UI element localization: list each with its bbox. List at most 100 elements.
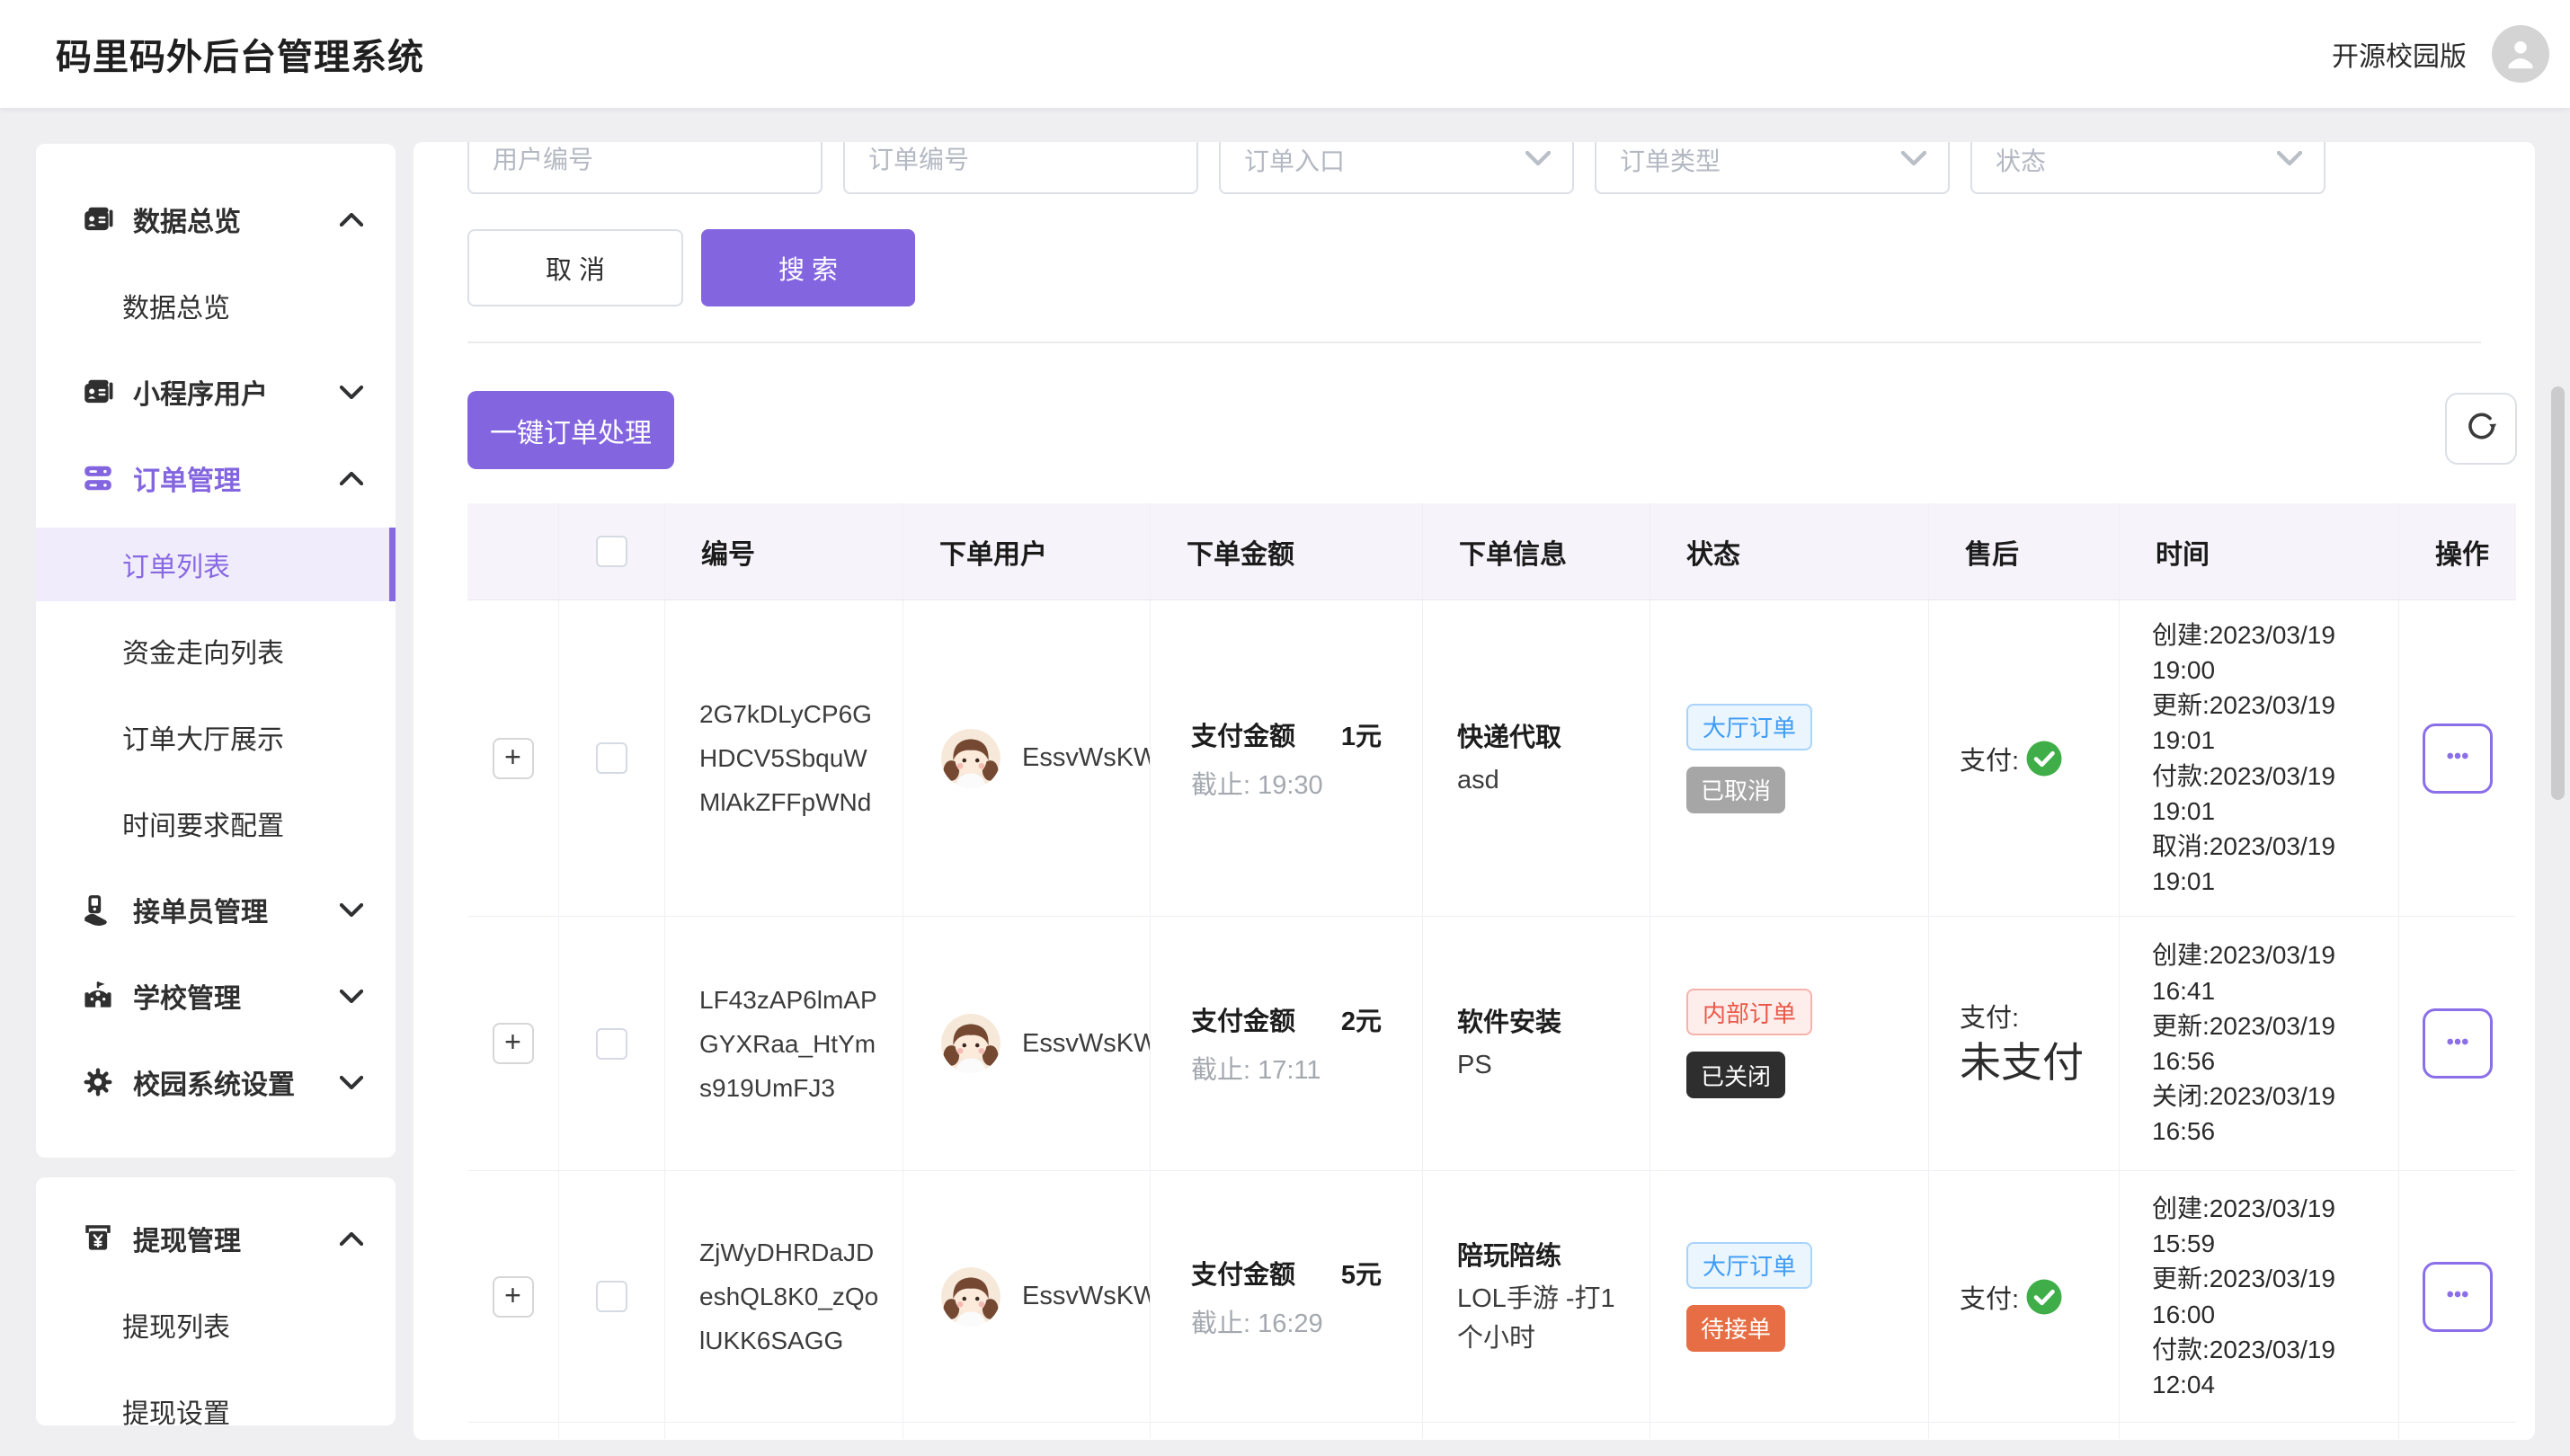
time-entry: 创建:2023/03/19 15:59 bbox=[2152, 1191, 2377, 1261]
info-desc: PS bbox=[1457, 1046, 1492, 1086]
amount-value: 2元 bbox=[1341, 1000, 1382, 1038]
status-tag: 待接单 bbox=[1686, 1305, 1785, 1352]
sidebar-group-label: 校园系统设置 bbox=[133, 1062, 295, 1102]
sidebar-group-10[interactable]: 校园系统设置 bbox=[36, 1039, 396, 1125]
partial-cell bbox=[903, 1423, 1151, 1439]
action-cell bbox=[2399, 1171, 2516, 1423]
order-amount-cell: 支付金额2元 截止: 17:11 bbox=[1151, 917, 1423, 1171]
user-avatar[interactable] bbox=[2492, 25, 2549, 83]
chevron-down-icon bbox=[1901, 151, 1926, 170]
sidebar-item-1[interactable]: 提现列表 bbox=[36, 1282, 396, 1368]
sidebar-item-6[interactable]: 订单大厅展示 bbox=[36, 694, 396, 780]
time-entry: 关闭:2023/03/19 16:56 bbox=[2152, 1079, 2377, 1149]
row-checkbox[interactable] bbox=[596, 742, 627, 774]
amount-label: 支付金额 bbox=[1191, 715, 1295, 753]
sidebar-item-label: 订单大厅展示 bbox=[122, 717, 284, 757]
partial-cell bbox=[2120, 1423, 2399, 1439]
order-info-cell: 软件安装 PS bbox=[1423, 917, 1650, 1171]
sidebar-item-label: 订单列表 bbox=[122, 545, 230, 584]
sidebar-item-7[interactable]: 时间要求配置 bbox=[36, 780, 396, 866]
order-id-cell: LF43zAP6lmAPGYXRaa_HtYms919UmFJ3 bbox=[665, 917, 903, 1171]
scrollbar-thumb[interactable] bbox=[2551, 386, 2565, 800]
aftersale-label: 支付: bbox=[1960, 997, 2019, 1034]
header-checkbox-cell bbox=[559, 503, 665, 600]
page-title: 码里码外后台管理系统 bbox=[56, 0, 424, 108]
status-cell: 内部订单已关闭 bbox=[1650, 917, 1929, 1171]
order-type-select[interactable]: 订单类型 bbox=[1595, 142, 1950, 194]
column-header: 售后 bbox=[1929, 503, 2120, 600]
person-icon bbox=[2502, 33, 2539, 75]
sidebar-item-4[interactable]: 订单列表 bbox=[36, 528, 396, 601]
info-title: 陪玩陪练 bbox=[1457, 1235, 1561, 1273]
sidebar-group-3[interactable]: 订单管理 bbox=[36, 435, 396, 521]
order-info-cell: 陪玩陪练 LOL手游 -打1个小时 bbox=[1423, 1171, 1650, 1423]
select-all-checkbox[interactable] bbox=[596, 536, 627, 567]
cancel-button[interactable]: 取 消 bbox=[467, 229, 683, 306]
time-entry: 更新:2023/03/19 16:00 bbox=[2152, 1261, 2377, 1331]
info-title: 软件安装 bbox=[1457, 1001, 1561, 1039]
sidebar-group-0[interactable]: 数据总览 bbox=[36, 176, 396, 262]
chevron-down-icon bbox=[340, 1076, 363, 1089]
status-tag: 大厅订单 bbox=[1686, 1242, 1812, 1289]
refresh-button[interactable] bbox=[2445, 393, 2517, 465]
aftersale-cell: 支付: bbox=[1929, 600, 2120, 917]
order-id: ZjWyDHRDaJDeshQL8K0_zQolUKK6SAGG bbox=[699, 1230, 879, 1363]
expand-cell: + bbox=[467, 1171, 559, 1423]
column-header: 下单用户 bbox=[903, 503, 1151, 600]
info-title: 快递代取 bbox=[1457, 716, 1561, 754]
sidebar-item-5[interactable]: 资金走向列表 bbox=[36, 608, 396, 694]
sidebar-item-label: 资金走向列表 bbox=[122, 631, 284, 670]
more-actions-button[interactable] bbox=[2423, 1262, 2493, 1332]
sidebar-group-label: 接单员管理 bbox=[133, 890, 268, 929]
expand-row-button[interactable]: + bbox=[493, 738, 534, 779]
sidebar-item-2[interactable]: 提现设置 bbox=[36, 1368, 396, 1425]
amount-label: 支付金额 bbox=[1191, 1254, 1295, 1292]
time-entry: 创建:2023/03/19 16:41 bbox=[2152, 937, 2377, 1008]
amount-label: 支付金额 bbox=[1191, 1000, 1295, 1038]
status-tag: 已关闭 bbox=[1686, 1052, 1785, 1098]
aftersale-cell: 支付:未支付 bbox=[1929, 917, 2120, 1171]
paid-check-icon bbox=[2026, 741, 2062, 777]
sidebar-group-2[interactable]: 小程序用户 bbox=[36, 349, 396, 435]
row-checkbox[interactable] bbox=[596, 1281, 627, 1312]
partial-cell bbox=[1929, 1423, 2120, 1439]
expand-row-button[interactable]: + bbox=[493, 1276, 534, 1318]
column-header: 时间 bbox=[2120, 503, 2399, 600]
order-id: 2G7kDLyCP6GHDCV5SbquWMlAkZFFpWNd bbox=[699, 692, 879, 824]
order-id-input-box bbox=[843, 142, 1198, 194]
checkbox-cell bbox=[559, 600, 665, 917]
divider bbox=[467, 342, 2481, 343]
time-entry: 付款:2023/03/19 19:01 bbox=[2152, 759, 2377, 829]
time-cell: 创建:2023/03/19 16:41更新:2023/03/19 16:56关闭… bbox=[2120, 917, 2399, 1171]
more-actions-button[interactable] bbox=[2423, 724, 2493, 794]
action-cell bbox=[2399, 917, 2516, 1171]
order-user-cell: EssvWsKW bbox=[903, 1171, 1151, 1423]
sidebar-item-label: 时间要求配置 bbox=[122, 803, 284, 843]
partial-cell bbox=[559, 1423, 665, 1439]
search-button[interactable]: 搜 索 bbox=[701, 229, 915, 306]
sidebar-group-9[interactable]: 学校管理 bbox=[36, 953, 396, 1039]
row-checkbox[interactable] bbox=[596, 1028, 627, 1060]
expand-cell: + bbox=[467, 917, 559, 1171]
sidebar-group-0[interactable]: 提现管理 bbox=[36, 1195, 396, 1282]
order-id-cell: ZjWyDHRDaJDeshQL8K0_zQolUKK6SAGG bbox=[665, 1171, 903, 1423]
user-id-input[interactable] bbox=[469, 142, 821, 192]
order-id-input[interactable] bbox=[845, 142, 1196, 192]
amount-value: 1元 bbox=[1341, 715, 1382, 753]
sidebar-main: 数据总览 数据总览 小程序用户 订单管理 订单列表 资金走向列表 订单大厅展示 … bbox=[36, 144, 396, 1158]
more-icon bbox=[2439, 737, 2477, 779]
status-tag: 已取消 bbox=[1686, 767, 1785, 813]
expand-row-button[interactable]: + bbox=[493, 1023, 534, 1064]
user-id-input-box bbox=[467, 142, 823, 194]
status-select[interactable]: 状态 bbox=[1970, 142, 2325, 194]
sidebar-item-1[interactable]: 数据总览 bbox=[36, 262, 396, 349]
chevron-up-icon bbox=[340, 472, 363, 485]
more-actions-button[interactable] bbox=[2423, 1008, 2493, 1079]
order-entry-select[interactable]: 订单入口 bbox=[1219, 142, 1574, 194]
sidebar-group-8[interactable]: 接单员管理 bbox=[36, 866, 396, 953]
sidebar-group-label: 提现管理 bbox=[133, 1219, 241, 1258]
time-entry: 更新:2023/03/19 16:56 bbox=[2152, 1008, 2377, 1079]
sidebar-group-label: 小程序用户 bbox=[133, 372, 268, 412]
bulk-process-button[interactable]: 一键订单处理 bbox=[467, 391, 674, 469]
aftersale-label: 支付: bbox=[1960, 1278, 2019, 1316]
